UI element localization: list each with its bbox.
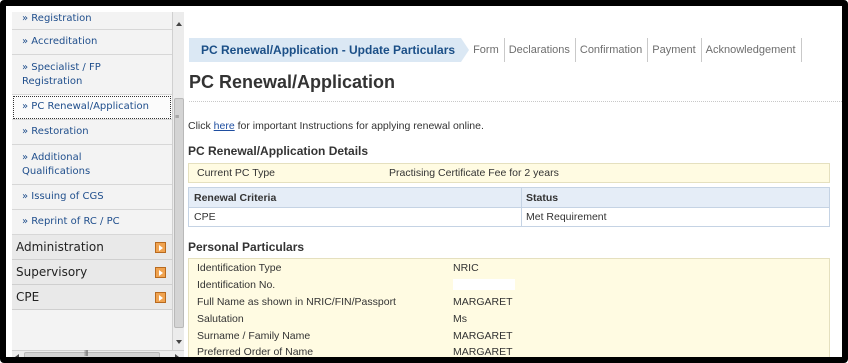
sidebar-item-additional-qualifications[interactable]: » Additional Qualifications <box>12 145 172 185</box>
sidebar-item-specialist-fp-registration[interactable]: » Specialist / FP Registration <box>12 55 172 95</box>
scrollbar-thumb[interactable] <box>174 98 184 328</box>
breadcrumb-step-update-particulars: PC Renewal/Application - Update Particul… <box>189 38 470 62</box>
breadcrumb-step-form: Form <box>461 38 505 62</box>
sidebar-item-label: » Additional Qualifications <box>22 151 91 177</box>
expand-arrow-icon[interactable] <box>155 266 166 278</box>
particulars-row-surname: Surname / Family Name MARGARET <box>197 330 513 342</box>
sidebar-item-label: » Accreditation <box>22 36 98 47</box>
scrollbar-grip-icon: ≡ <box>175 114 180 121</box>
field-value: NRIC <box>453 262 479 274</box>
sidebar-item-label: » Issuing of CGS <box>22 191 104 202</box>
field-label: Identification No. <box>197 279 276 291</box>
table-row: CPE Met Requirement <box>188 208 830 227</box>
personal-section-heading: Personal Particulars <box>188 240 305 254</box>
scroll-left-arrow-icon[interactable] <box>15 354 19 357</box>
redacted-value <box>453 279 515 290</box>
sidebar-item-label: » Specialist / FP Registration <box>22 61 101 87</box>
sidebar-item-registration[interactable]: » Registration <box>12 12 172 30</box>
sidebar-group-cpe[interactable]: CPE <box>12 285 172 310</box>
breadcrumb-step-label: Confirmation <box>579 44 643 56</box>
breadcrumb-step-confirmation: Confirmation <box>576 38 649 62</box>
field-label: Surname / Family Name <box>197 330 311 342</box>
sidebar-item-issuing-cgs[interactable]: » Issuing of CGS <box>12 185 172 210</box>
particulars-row-salutation: Salutation Ms <box>197 313 467 325</box>
expand-arrow-icon[interactable] <box>155 241 166 253</box>
sidebar-item-label: » Registration <box>22 12 92 24</box>
personal-particulars-box: Identification Type NRIC Identification … <box>188 258 830 358</box>
field-value: MARGARET <box>453 330 513 342</box>
field-label: Salutation <box>197 313 244 325</box>
breadcrumb-step-payment: Payment <box>648 38 702 62</box>
instruction-suffix: for important Instructions for applying … <box>234 120 484 132</box>
scroll-down-arrow-icon[interactable] <box>176 340 182 344</box>
instruction-prefix: Click <box>188 120 214 132</box>
page-title: PC Renewal/Application <box>189 72 396 92</box>
sidebar-group-label: CPE <box>16 290 40 304</box>
instruction-text: Click here for important Instructions fo… <box>188 120 484 132</box>
breadcrumb-step-label: PC Renewal/Application - Update Particul… <box>201 43 456 57</box>
instructions-link[interactable]: here <box>214 120 235 132</box>
current-pc-type-row: Current PC Type Practising Certificate F… <box>188 163 830 183</box>
sidebar-item-label: » PC Renewal/Application <box>22 101 149 112</box>
sidebar-group-administration[interactable]: Administration <box>12 235 172 260</box>
scroll-up-arrow-icon[interactable] <box>176 22 182 26</box>
breadcrumb-step-label: Payment <box>652 44 696 56</box>
criteria-cell: CPE <box>189 208 522 226</box>
field-label: Full Name as shown in NRIC/FIN/Passport <box>197 296 396 308</box>
particulars-row-preferred-order: Preferred Order of Name MARGARET <box>197 346 513 358</box>
sidebar-item-reprint-rc-pc[interactable]: » Reprint of RC / PC <box>12 210 172 235</box>
breadcrumb-step-declarations: Declarations <box>505 38 576 62</box>
particulars-row-identification-type: Identification Type NRIC <box>197 262 479 274</box>
expand-arrow-icon[interactable] <box>155 291 166 303</box>
sidebar-item-pc-renewal[interactable]: » PC Renewal/Application <box>12 95 172 120</box>
breadcrumb: PC Renewal/Application - Update Particul… <box>189 38 802 62</box>
sidebar-group-supervisory[interactable]: Supervisory <box>12 260 172 285</box>
sidebar-vertical-scrollbar[interactable]: ≡ <box>172 12 184 350</box>
window-frame: » Registration » Accreditation » Special… <box>0 0 848 363</box>
sidebar-group-label: Supervisory <box>16 265 88 279</box>
sidebar-item-restoration[interactable]: » Restoration <box>12 120 172 145</box>
field-value: MARGARET <box>453 296 513 308</box>
field-value: Ms <box>453 313 467 325</box>
title-divider <box>189 101 842 102</box>
column-header-renewal-criteria: Renewal Criteria <box>189 188 522 207</box>
current-pc-type-label: Current PC Type <box>197 167 276 179</box>
breadcrumb-step-label: Acknowledgement <box>705 44 796 56</box>
current-pc-type-value: Practising Certificate Fee for 2 years <box>389 167 559 179</box>
scrollbar-thumb[interactable] <box>24 352 160 357</box>
details-section-heading: PC Renewal/Application Details <box>188 144 369 158</box>
scroll-right-arrow-icon[interactable] <box>175 354 179 357</box>
particulars-row-full-name: Full Name as shown in NRIC/FIN/Passport … <box>197 296 513 308</box>
sidebar-item-label: » Restoration <box>22 126 89 137</box>
field-label: Identification Type <box>197 262 282 274</box>
breadcrumb-step-label: Form <box>473 44 499 56</box>
sidebar-item-accreditation[interactable]: » Accreditation <box>12 30 172 55</box>
field-value: MARGARET <box>453 346 513 358</box>
sidebar-group-label: Administration <box>16 240 104 254</box>
breadcrumb-step-acknowledgement: Acknowledgement <box>702 38 802 62</box>
renewal-criteria-header: Renewal Criteria Status <box>188 187 830 208</box>
sidebar-horizontal-scrollbar[interactable]: III <box>12 349 184 358</box>
status-cell: Met Requirement <box>526 211 607 223</box>
scrollbar-grip-icon: III <box>84 349 89 358</box>
main-content: PC Renewal/Application - Update Particul… <box>184 12 842 358</box>
particulars-row-identification-no: Identification No. <box>197 279 515 291</box>
sidebar: » Registration » Accreditation » Special… <box>12 12 172 350</box>
column-header-status: Status <box>526 191 559 204</box>
breadcrumb-step-label: Declarations <box>508 44 570 56</box>
browser-viewport: » Registration » Accreditation » Special… <box>12 12 842 358</box>
field-label: Preferred Order of Name <box>197 346 314 358</box>
sidebar-item-label: » Reprint of RC / PC <box>22 216 120 227</box>
